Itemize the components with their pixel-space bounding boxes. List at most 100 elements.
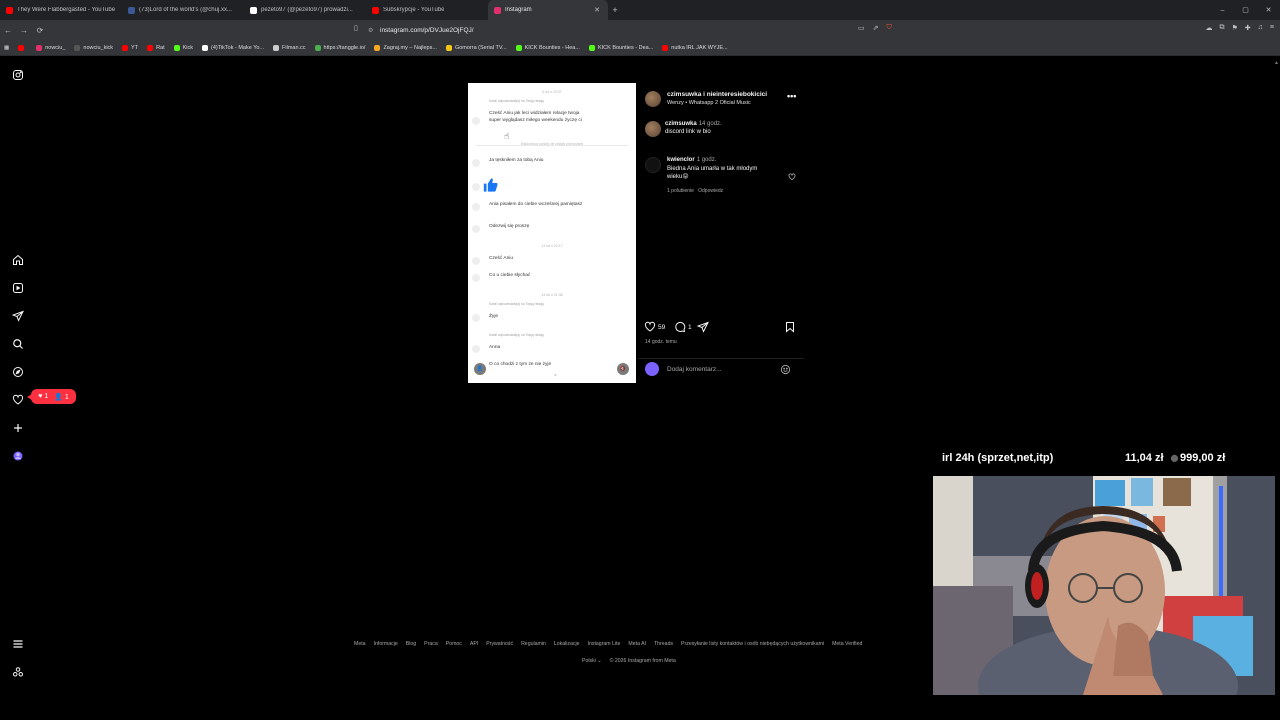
bookmark-item[interactable]: Kick [173,44,193,51]
url-field[interactable]: ⚙ instagram.com/p/DVJue2OjFQJ/ [368,23,908,37]
mute-audio-button[interactable]: 🔇 [617,363,629,375]
comment-reply-button[interactable]: Odpowiedz [698,188,723,194]
maximize-button[interactable]: ▢ [1234,0,1257,20]
dm-avatar [472,314,480,322]
user-tags-button[interactable]: 👤 [474,363,486,375]
notification-badge[interactable]: ♥ 1 👤 1 [27,389,76,404]
footer-link[interactable]: Lokalizacje [554,641,580,647]
create-plus-icon[interactable] [10,420,26,436]
footer-link[interactable]: Meta AI [628,641,646,647]
brave-shields-icon[interactable]: ⛉ [887,24,892,32]
tab-youtube-subscriptions[interactable]: Subskrypcje - YouTube [366,0,488,20]
commenter-avatar[interactable] [645,157,661,173]
search-icon[interactable] [10,336,26,352]
bookmark-item[interactable]: Gomorra (Serial TV... [445,44,507,51]
language-select[interactable]: Polski ⌄ [582,658,602,664]
footer-link[interactable]: Przesyłanie listy kontaktów i osób niebę… [681,641,824,647]
caption-avatar[interactable] [645,121,661,137]
minimize-button[interactable]: – [1211,0,1234,20]
bookmark-item[interactable]: Rat [147,44,165,51]
footer-link[interactable]: Meta [354,641,366,647]
bookmark-favicon [122,44,129,51]
bookmark-favicon [273,44,280,51]
footer-link[interactable]: Instagram Lite [588,641,621,647]
post-image[interactable]: 6 lut o 20:37 Kamil odpowiedział(a) na T… [468,83,636,383]
address-bar: ← → ⟳ ▯ ⚙ instagram.com/p/DVJue2OjFQJ/ ▭… [0,20,1280,40]
footer-link[interactable]: API [470,641,478,647]
post-options-button[interactable]: ••• [787,91,796,101]
explore-compass-icon[interactable] [10,364,26,380]
reels-icon[interactable] [10,280,26,296]
footer-link[interactable]: Pomoc [446,641,462,647]
dm-avatar [472,183,480,191]
bookmark-item[interactable]: KICK Bounties - Dea... [588,44,653,51]
post-audio-track[interactable]: Wenzy • Whatsapp 2 Oficial Music [667,100,751,106]
dm-reply-note: Kamil odpowiedział(a) na Twoją relację [489,302,545,306]
tab-instagram[interactable]: Instagram ✕ [488,0,608,20]
footer-link[interactable]: Praca [424,641,438,647]
comment-likes[interactable]: 1 polubienie [667,188,694,194]
media-icon[interactable]: ♫ [1258,24,1263,32]
comment-like-heart-icon[interactable] [788,173,796,181]
instagram-logo-icon[interactable] [10,67,26,83]
meta-apps-icon[interactable] [10,664,26,680]
footer-link[interactable]: Meta Verified [832,641,862,647]
bookmark-item[interactable]: nowciu_kick [74,44,113,51]
extension-icon[interactable]: ⚑ [1232,24,1238,32]
comment-button[interactable]: 1 [674,321,692,333]
bookmark-item[interactable]: nutka IRL JAK WYJE... [662,44,728,51]
add-comment-input[interactable] [667,366,777,373]
dm-message: Odezwij się proszę [489,224,530,229]
footer-link[interactable]: Prywatność [486,641,513,647]
footer-link[interactable]: Threads [654,641,673,647]
site-info-icon[interactable]: ⚙ [368,27,380,34]
comment-username[interactable]: kwienclor [667,157,695,163]
close-tab-icon[interactable]: ✕ [594,6,600,14]
back-arrow-icon[interactable]: ← [0,26,16,35]
bookmark-favicon [445,44,452,51]
bookmark-item[interactable]: (4)TikTok - Make Yo... [202,44,264,51]
install-icon[interactable]: ▭ [858,24,865,32]
footer-link[interactable]: Blog [406,641,416,647]
new-tab-button[interactable]: + [608,5,622,15]
direct-messages-icon[interactable] [10,308,26,324]
bookmark-item[interactable]: https://tanggle.io/ [314,44,365,51]
bookmark-item[interactable]: nowciu_ [36,44,65,51]
bookmark-item[interactable]: YT [122,44,138,51]
share-button[interactable] [697,321,711,333]
post-age: 14 godz. temu [645,339,677,345]
post-author-name[interactable]: czimsuwka i nieinteresiebokicici [667,91,767,98]
profile-avatar[interactable] [10,448,26,464]
bookmark-item[interactable] [18,44,27,51]
save-button[interactable] [784,321,798,333]
tab-lord-of-the-world[interactable]: (73)Lord of the world's (@chuj.xx... [122,0,244,20]
extension-icon[interactable]: ⧉ [1220,24,1225,32]
bookmark-icon[interactable]: ▯ [354,24,358,32]
footer-link[interactable]: Informacje [374,641,398,647]
forward-arrow-icon[interactable]: → [16,26,32,35]
reload-icon[interactable]: ⟳ [32,26,48,35]
more-menu-icon[interactable] [10,636,26,652]
extension-icon[interactable]: ☁ [1206,24,1213,32]
home-icon[interactable] [10,252,26,268]
tab-pezeto97[interactable]: pezeto97 (@pezeto97) prowadzi... [244,0,366,20]
menu-icon[interactable]: ≡ [1270,24,1274,32]
like-button[interactable]: 59 [644,321,665,333]
footer-link[interactable]: Regulamin [521,641,546,647]
caption-username[interactable]: czimsuwka [665,121,697,127]
tab-youtube-flabbergasted[interactable]: They Were Flabbergasted - YouTube [0,0,122,20]
scroll-up-arrow-icon[interactable]: ▲ [1274,60,1279,66]
bookmark-item[interactable]: Zagraj.my – Najleps... [374,44,437,51]
share-icon[interactable]: ⇗ [873,24,879,32]
bookmark-item[interactable]: Filman.cc [273,44,306,51]
close-window-button[interactable]: ✕ [1257,0,1280,20]
author-avatar[interactable] [645,91,661,107]
dm-timestamp: 14 lut o 21:38 [541,293,563,297]
emoji-smiley-icon[interactable] [780,364,791,375]
extensions-puzzle-icon[interactable]: ✚ [1245,24,1251,32]
apps-grid-icon[interactable]: ▦ [4,45,9,51]
footer-bottom: Polski ⌄ © 2026 Instagram from Meta [582,658,676,664]
bookmark-item[interactable]: KICK Bounties - Hea... [515,44,580,51]
notifications-heart-icon[interactable] [10,392,26,408]
dm-message: Anna [489,345,501,350]
